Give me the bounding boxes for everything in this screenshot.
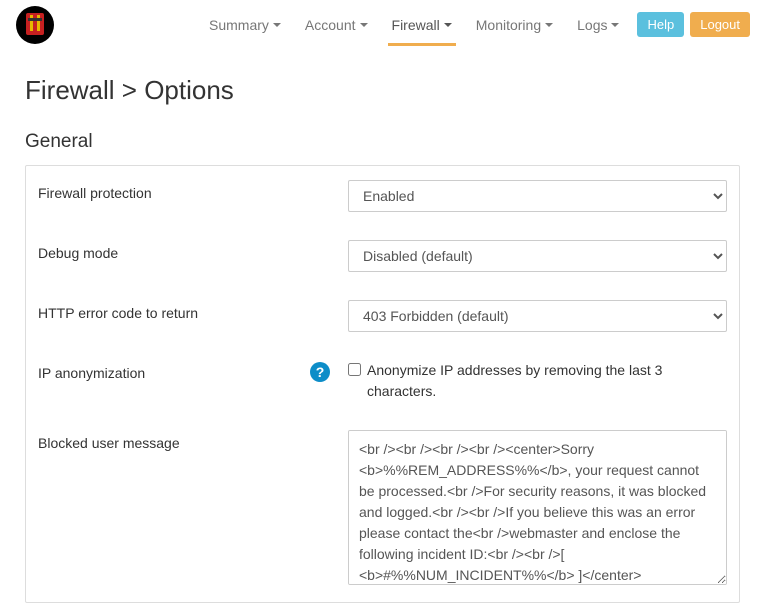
chevron-down-icon: [611, 23, 619, 27]
chevron-down-icon: [444, 23, 452, 27]
nav-items: Summary Account Firewall Monitoring Logs…: [75, 2, 750, 48]
app-logo: [15, 5, 55, 45]
checkbox-ip-anon[interactable]: [348, 363, 361, 376]
checkbox-ip-anon-label: Anonymize IP addresses by removing the l…: [367, 360, 727, 402]
nav-logs[interactable]: Logs: [565, 2, 631, 48]
chevron-down-icon: [273, 23, 281, 27]
checkbox-ip-anon-row: Anonymize IP addresses by removing the l…: [348, 360, 727, 402]
row-firewall-protection: Firewall protection Enabled: [26, 166, 739, 226]
select-firewall-protection[interactable]: Enabled: [348, 180, 727, 212]
help-icon[interactable]: ?: [310, 362, 330, 382]
page-title: Firewall > Options: [25, 75, 740, 106]
logout-button[interactable]: Logout: [690, 12, 750, 37]
navbar: Summary Account Firewall Monitoring Logs…: [0, 0, 765, 50]
content: Firewall > Options General Firewall prot…: [0, 50, 765, 613]
section-general-title: General: [25, 131, 740, 153]
chevron-down-icon: [360, 23, 368, 27]
nav-account[interactable]: Account: [293, 2, 380, 48]
chevron-down-icon: [545, 23, 553, 27]
label-text: IP anonymization: [38, 365, 145, 381]
nav-label: Summary: [209, 17, 269, 33]
textarea-blocked-msg[interactable]: [348, 430, 727, 585]
row-http-error: HTTP error code to return 403 Forbidden …: [26, 286, 739, 346]
label-firewall-protection: Firewall protection: [38, 180, 348, 201]
label-http-error: HTTP error code to return: [38, 300, 348, 321]
nav-summary[interactable]: Summary: [197, 2, 293, 48]
row-debug-mode: Debug mode Disabled (default): [26, 226, 739, 286]
nav-label: Monitoring: [476, 17, 541, 33]
general-panel: Firewall protection Enabled Debug mode D…: [25, 165, 740, 603]
nav-label: Account: [305, 17, 356, 33]
row-blocked-msg: Blocked user message: [26, 416, 739, 602]
select-debug-mode[interactable]: Disabled (default): [348, 240, 727, 272]
help-button[interactable]: Help: [637, 12, 684, 37]
nav-label: Logs: [577, 17, 607, 33]
label-ip-anon: IP anonymization ?: [38, 360, 348, 381]
nav-monitoring[interactable]: Monitoring: [464, 2, 565, 48]
label-blocked-msg: Blocked user message: [38, 430, 348, 451]
label-debug-mode: Debug mode: [38, 240, 348, 261]
row-ip-anon: IP anonymization ? Anonymize IP addresse…: [26, 346, 739, 416]
nav-firewall[interactable]: Firewall: [380, 2, 464, 48]
nav-label: Firewall: [392, 17, 440, 33]
select-http-error[interactable]: 403 Forbidden (default): [348, 300, 727, 332]
